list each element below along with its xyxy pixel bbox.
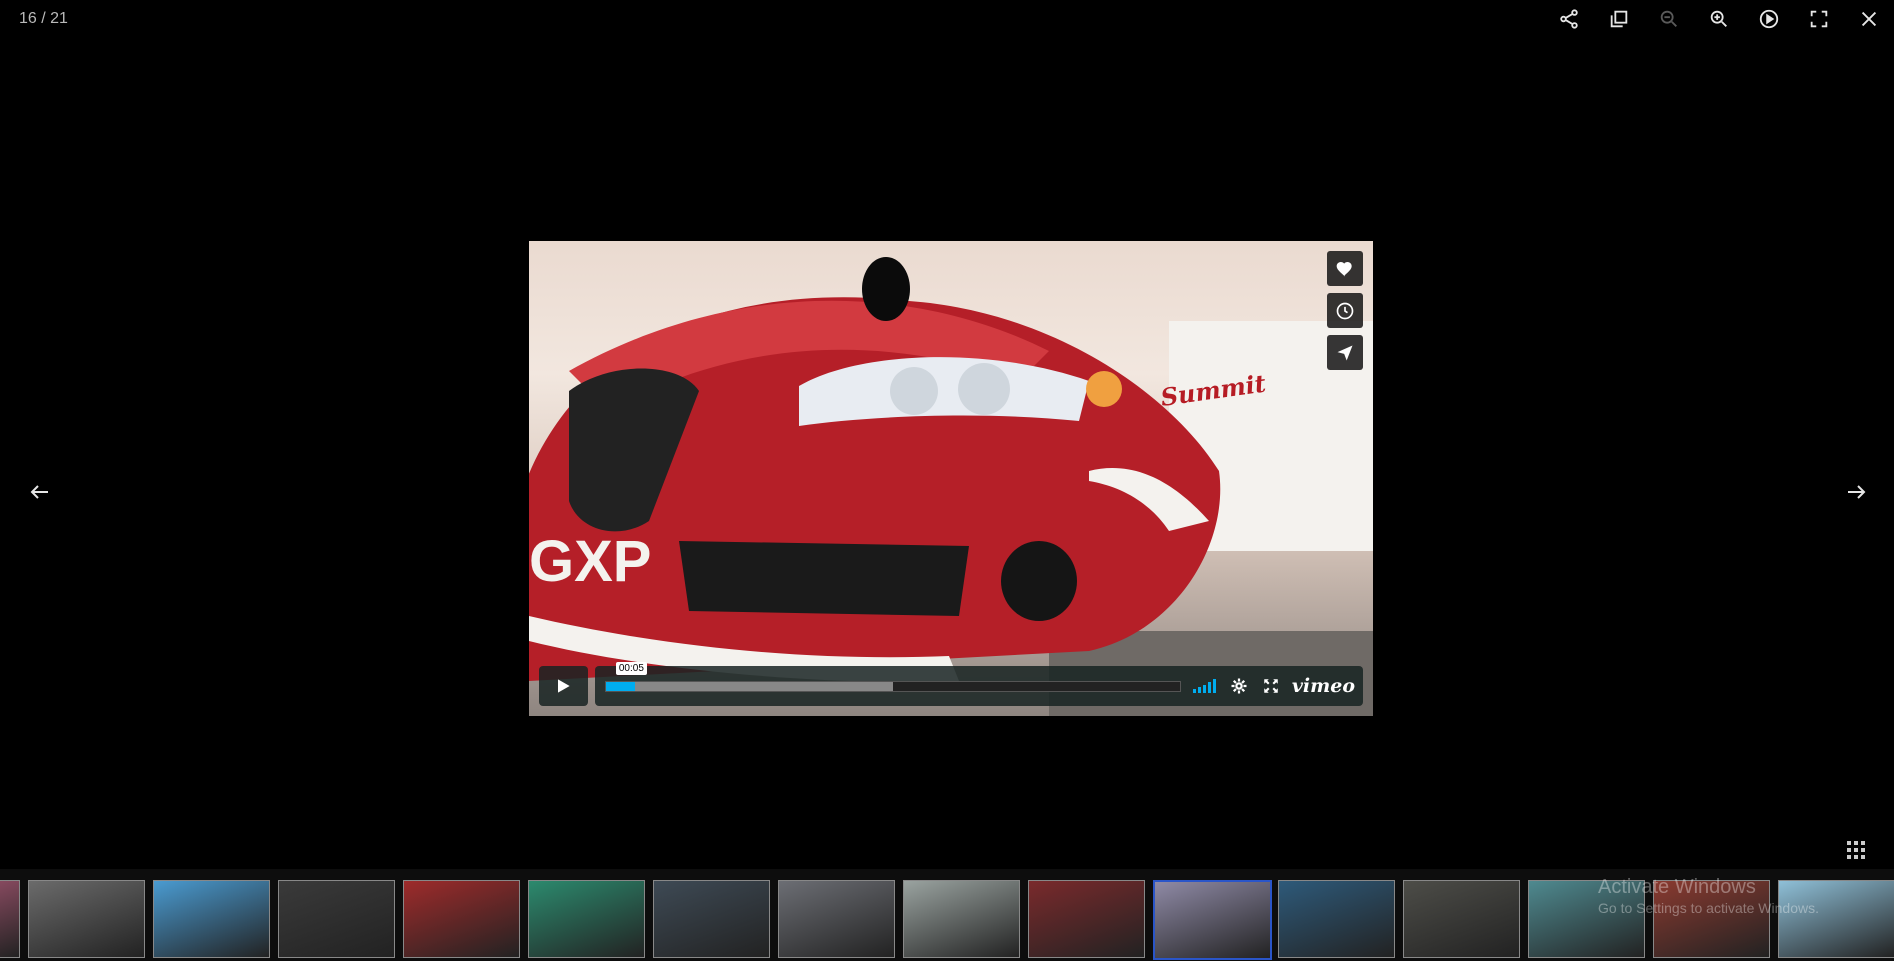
thumbnail-9[interactable] — [903, 880, 1020, 958]
fullscreen-icon — [1810, 10, 1828, 28]
progress-bar-container: 00:05 vimeo — [594, 661, 1363, 706]
gear-icon — [1231, 678, 1247, 694]
slide-counter: 16 / 21 — [19, 10, 68, 27]
next-button[interactable] — [1836, 472, 1876, 512]
share-button[interactable] — [1544, 0, 1594, 38]
toolbar — [1544, 0, 1894, 38]
activation-watermark-sub: Go to Settings to activate Windows. — [1598, 900, 1819, 916]
copy-button[interactable] — [1594, 0, 1644, 38]
grid-icon — [1847, 841, 1865, 859]
thumbnail-13[interactable] — [1403, 880, 1520, 958]
autoplay-button[interactable] — [1744, 0, 1794, 38]
thumbnail-7[interactable] — [653, 880, 770, 958]
volume-control[interactable] — [1192, 679, 1216, 693]
thumbnail-11[interactable] — [1153, 880, 1272, 960]
close-button[interactable] — [1844, 0, 1894, 38]
play-icon — [558, 679, 571, 693]
send-icon — [1337, 345, 1353, 360]
like-button[interactable] — [1327, 251, 1363, 286]
previous-button[interactable] — [20, 472, 60, 512]
thumbnail-6[interactable] — [528, 880, 645, 958]
fullscreen-button[interactable] — [1794, 0, 1844, 38]
play-button[interactable] — [539, 666, 588, 706]
progress-played — [605, 681, 635, 691]
thumbnail-12[interactable] — [1278, 880, 1395, 958]
zoom-out-icon — [1660, 10, 1677, 27]
share-icon — [1560, 9, 1578, 29]
side-buttons — [1327, 251, 1363, 370]
thumbnail-2[interactable] — [28, 880, 145, 958]
video-controls: 00:05 vimeo — [539, 661, 1363, 706]
settings-button[interactable] — [1230, 677, 1248, 695]
progress-loaded — [605, 681, 893, 691]
activation-watermark: Activate Windows — [1598, 876, 1756, 898]
heart-icon — [1336, 261, 1352, 276]
thumbnail-16[interactable] — [1778, 880, 1894, 958]
video-fullscreen-button[interactable] — [1262, 677, 1280, 695]
share-video-button[interactable] — [1327, 335, 1363, 370]
arrow-left-icon — [30, 485, 48, 499]
thumbnail-10[interactable] — [1028, 880, 1145, 958]
expand-icon — [1264, 679, 1278, 693]
progress-track[interactable]: 00:05 — [604, 661, 1181, 692]
thumbnail-4[interactable] — [278, 880, 395, 958]
clock-icon — [1336, 302, 1354, 319]
watch-later-button[interactable] — [1327, 293, 1363, 328]
vimeo-logo[interactable]: vimeo — [1292, 675, 1355, 697]
thumbnail-1[interactable] — [0, 880, 20, 958]
video-player[interactable]: GXP Summit 00:05 vimeo — [529, 241, 1373, 716]
zoom-in-button[interactable] — [1694, 0, 1744, 38]
copy-icon — [1610, 10, 1628, 28]
zoom-in-icon — [1710, 10, 1727, 27]
thumbnail-5[interactable] — [403, 880, 520, 958]
arrow-right-icon — [1848, 485, 1866, 499]
car-plate-text: GXP — [529, 529, 652, 594]
thumbnail-3[interactable] — [153, 880, 270, 958]
thumbnail-grid-button[interactable] — [1838, 832, 1874, 868]
zoom-out-button[interactable] — [1644, 0, 1694, 38]
autoplay-icon — [1759, 9, 1779, 29]
thumbnail-8[interactable] — [778, 880, 895, 958]
close-icon — [1861, 11, 1877, 27]
time-tooltip: 00:05 — [615, 661, 647, 675]
